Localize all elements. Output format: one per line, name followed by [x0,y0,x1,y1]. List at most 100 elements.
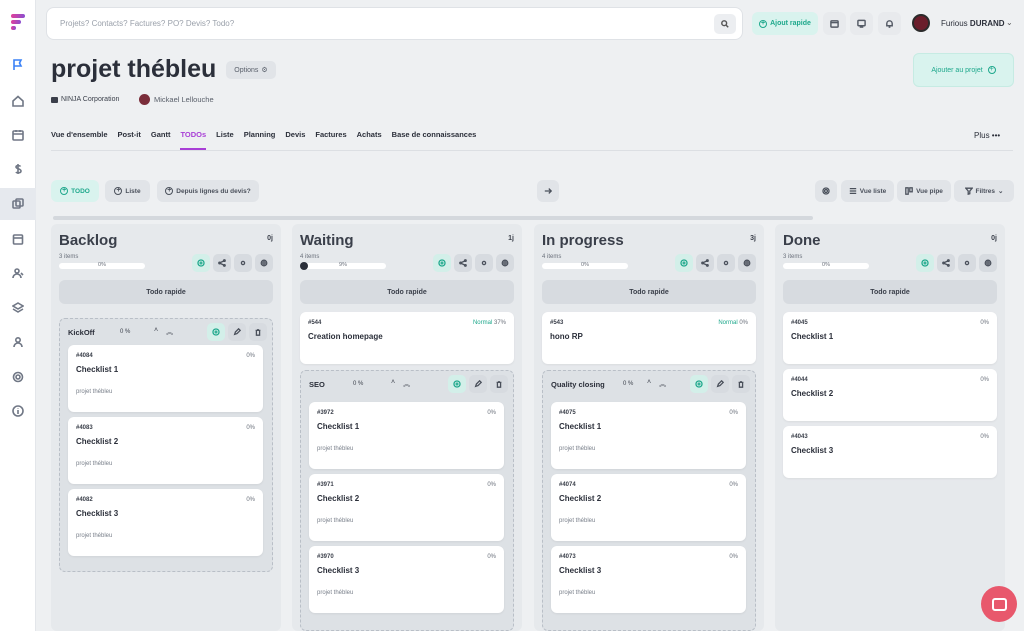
chevron-up-icon[interactable]: ˄ [647,379,651,389]
add-icon[interactable] [207,323,225,341]
add-icon[interactable] [192,254,210,272]
calendar-add-icon[interactable] [823,12,846,35]
tab-liste[interactable]: Liste [216,130,234,150]
dollar-icon[interactable] [9,160,27,178]
tab-achats[interactable]: Achats [357,130,382,150]
tab-overview[interactable]: Vue d'ensemble [51,130,108,150]
app-logo[interactable] [11,14,25,32]
quick-todo-button[interactable]: Todo rapide [59,280,273,304]
from-quote-lines-button[interactable]: + Depuis lignes du devis? [157,180,259,202]
add-icon[interactable] [916,254,934,272]
tab-planning[interactable]: Planning [244,130,276,150]
group-progress: 0 % [623,381,634,387]
todo-card[interactable]: #4082 0% Checklist 3 projet thébleu [68,489,263,556]
share-icon[interactable] [696,254,714,272]
quick-todo-button[interactable]: Todo rapide [300,280,514,304]
arrow-right-icon[interactable] [537,180,559,202]
home-icon[interactable] [9,92,27,110]
gear-icon[interactable] [815,180,837,202]
settings-icon[interactable] [496,254,514,272]
chat-support-button[interactable] [981,586,1017,622]
add-icon[interactable] [675,254,693,272]
todo-card[interactable]: #544 Normal 37% Creation homepage [300,312,514,364]
pipe-view-button[interactable]: Vue pipe [897,180,951,202]
tab-knowledge-base[interactable]: Base de connaissances [392,130,477,150]
edit-icon[interactable] [469,375,487,393]
gear-icon[interactable] [958,254,976,272]
add-list-button[interactable]: + Liste [105,180,150,202]
add-todo-button[interactable]: + TODO [51,180,99,202]
todo-card[interactable]: #4043 0% Checklist 3 [783,426,997,478]
settings-icon[interactable] [255,254,273,272]
chat-icon [991,597,1007,611]
tab-factures[interactable]: Factures [315,130,346,150]
edit-icon[interactable] [711,375,729,393]
monitor-icon[interactable] [850,12,873,35]
tab-devis[interactable]: Devis [285,130,305,150]
user-avatar[interactable] [912,14,930,32]
gear-icon[interactable] [475,254,493,272]
projects-icon[interactable] [9,195,27,213]
add-icon[interactable] [690,375,708,393]
trash-icon[interactable] [249,323,267,341]
share-icon[interactable] [213,254,231,272]
share-icon[interactable] [937,254,955,272]
gear-icon[interactable] [717,254,735,272]
layers-icon[interactable] [9,299,27,317]
todo-card[interactable]: #543 Normal 0% hono RP [542,312,756,364]
tab-gantt[interactable]: Gantt [151,130,171,150]
trash-icon[interactable] [490,375,508,393]
add-icon[interactable] [448,375,466,393]
settings-icon[interactable] [9,368,27,386]
todo-card[interactable]: #4074 0% Checklist 2 projet thébleu [551,474,746,541]
todo-card[interactable]: #3971 0% Checklist 2 projet thébleu [309,474,504,541]
todo-card[interactable]: #4073 0% Checklist 3 projet thébleu [551,546,746,613]
todo-card[interactable]: #3970 0% Checklist 3 projet thébleu [309,546,504,613]
add-to-project-button[interactable]: Ajouter au projet + [913,53,1014,87]
edit-icon[interactable] [228,323,246,341]
bell-icon[interactable] [878,12,901,35]
column-item-count: 3 items [59,254,79,260]
options-button[interactable]: Options ⚙ [226,61,276,79]
search-icon[interactable] [714,14,736,34]
project-manager[interactable]: Mickael Lellouche [139,94,214,105]
chevron-up-icon[interactable]: ˄ [154,327,158,337]
more-menu-button[interactable]: Plus ••• [974,131,1000,140]
gear-icon[interactable] [234,254,252,272]
user-name[interactable]: Furious DURAND [941,19,1005,28]
filters-button[interactable]: Filtres ⌄ [954,180,1014,202]
user-icon[interactable] [9,333,27,351]
settings-icon[interactable] [979,254,997,272]
search-input[interactable]: Projets? Contacts? Factures? PO? Devis? … [60,19,234,28]
chevron-up-icon[interactable]: ˄ [391,379,395,389]
add-icon[interactable] [433,254,451,272]
calendar-icon[interactable] [9,126,27,144]
info-icon[interactable] [9,402,27,420]
share-icon[interactable] [454,254,472,272]
todo-card[interactable]: #4075 0% Checklist 1 projet thébleu [551,402,746,469]
quick-todo-button[interactable]: Todo rapide [542,280,756,304]
trash-icon[interactable] [732,375,750,393]
todo-card[interactable]: #4084 0% Checklist 1 projet thébleu [68,345,263,412]
double-chevron-up-icon[interactable]: ︽ [403,379,410,389]
double-chevron-up-icon[interactable]: ︽ [659,379,666,389]
todo-card[interactable]: #4083 0% Checklist 2 projet thébleu [68,417,263,484]
todo-card[interactable]: #3972 0% Checklist 1 projet thébleu [309,402,504,469]
settings-icon[interactable] [738,254,756,272]
global-search[interactable]: Projets? Contacts? Factures? PO? Devis? … [46,7,743,40]
quick-todo-button[interactable]: Todo rapide [783,280,997,304]
chevron-down-icon[interactable]: ⌄ [1006,18,1013,27]
todo-card[interactable]: #4044 0% Checklist 2 [783,369,997,421]
double-chevron-up-icon[interactable]: ︽ [166,327,173,337]
tab-post-it[interactable]: Post-it [118,130,141,150]
quick-add-button[interactable]: + Ajout rapide [752,12,818,35]
tab-todos[interactable]: TODOs [180,130,207,150]
box-icon[interactable] [9,230,27,248]
horizontal-scrollbar[interactable] [53,216,813,220]
company-link[interactable]: NINJA Corporation [51,96,119,103]
list-view-button[interactable]: Vue liste [841,180,894,202]
priority-label: Normal [472,320,493,326]
todo-card[interactable]: #4045 0% Checklist 1 [783,312,997,364]
users-icon[interactable] [9,264,27,282]
flag-icon[interactable] [9,56,27,74]
